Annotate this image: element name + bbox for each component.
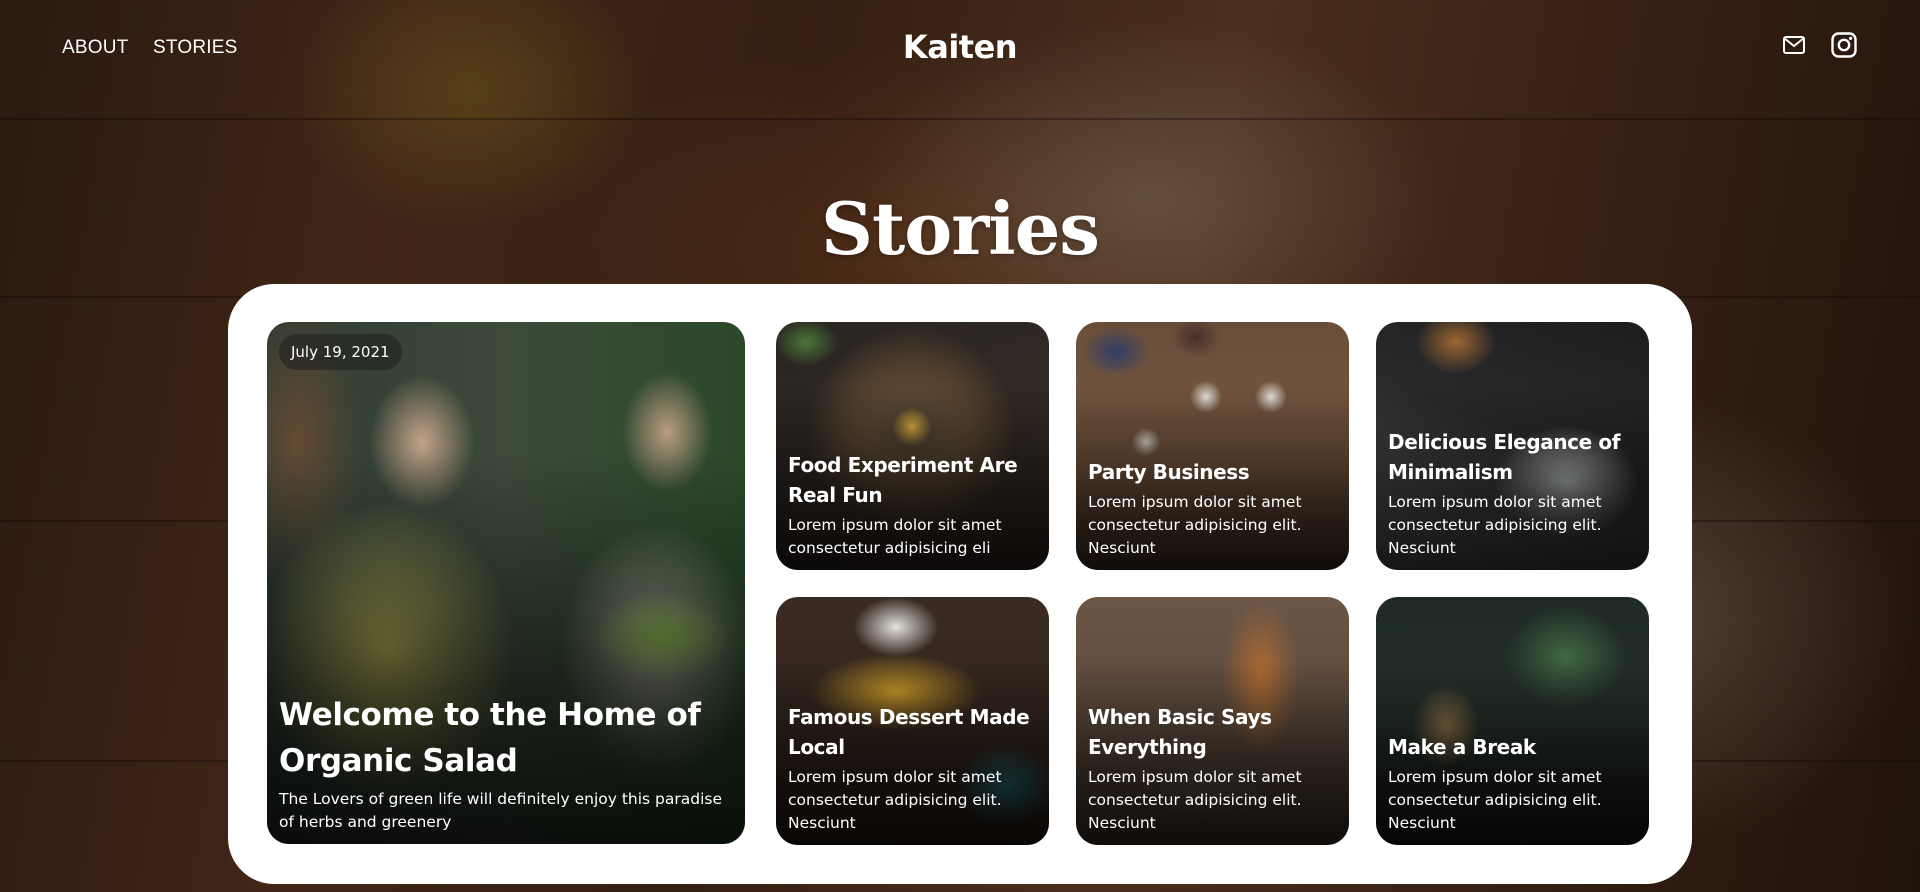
- story-title[interactable]: When Basic Says Everything: [1088, 702, 1337, 762]
- story-excerpt: Lorem ipsum dolor sit amet consectetur a…: [1388, 493, 1602, 557]
- story-card[interactable]: Make a Break Lorem ipsum dolor sit amet …: [1376, 597, 1649, 845]
- featured-story-title[interactable]: Welcome to the Home of Organic Salad: [279, 692, 733, 784]
- instagram-icon[interactable]: [1831, 32, 1857, 62]
- story-excerpt: Lorem ipsum dolor sit amet consectetur a…: [1088, 493, 1302, 557]
- featured-story-excerpt: The Lovers of green life will definitely…: [279, 790, 723, 831]
- mail-icon[interactable]: [1783, 36, 1805, 58]
- page-title: Stories: [821, 186, 1100, 272]
- story-title[interactable]: Make a Break: [1388, 732, 1637, 762]
- story-excerpt: Lorem ipsum dolor sit amet consectetur a…: [1388, 768, 1602, 832]
- story-card[interactable]: Food Experiment Are Real Fun Lorem ipsum…: [776, 322, 1049, 570]
- story-title[interactable]: Party Business: [1088, 457, 1337, 487]
- brand-name[interactable]: Kaiten: [903, 28, 1018, 66]
- story-card[interactable]: Delicious Elegance of Minimalism Lorem i…: [1376, 322, 1649, 570]
- story-excerpt: Lorem ipsum dolor sit amet consectetur a…: [788, 516, 1002, 557]
- featured-story-card[interactable]: July 19, 2021 Welcome to the Home of Org…: [267, 322, 745, 844]
- top-nav: ABOUT STORIES Kaiten: [0, 0, 1920, 98]
- story-date-badge: July 19, 2021: [279, 334, 402, 370]
- story-title[interactable]: Delicious Elegance of Minimalism: [1388, 427, 1637, 487]
- story-card[interactable]: Party Business Lorem ipsum dolor sit ame…: [1076, 322, 1349, 570]
- stories-panel: July 19, 2021 Welcome to the Home of Org…: [228, 284, 1692, 884]
- story-title[interactable]: Food Experiment Are Real Fun: [788, 450, 1037, 510]
- story-card[interactable]: Famous Dessert Made Local Lorem ipsum do…: [776, 597, 1049, 845]
- story-card[interactable]: When Basic Says Everything Lorem ipsum d…: [1076, 597, 1349, 845]
- story-excerpt: Lorem ipsum dolor sit amet consectetur a…: [1088, 768, 1302, 832]
- story-excerpt: Lorem ipsum dolor sit amet consectetur a…: [788, 768, 1002, 832]
- story-title[interactable]: Famous Dessert Made Local: [788, 702, 1037, 762]
- brand-logo: Kaiten: [0, 28, 1920, 66]
